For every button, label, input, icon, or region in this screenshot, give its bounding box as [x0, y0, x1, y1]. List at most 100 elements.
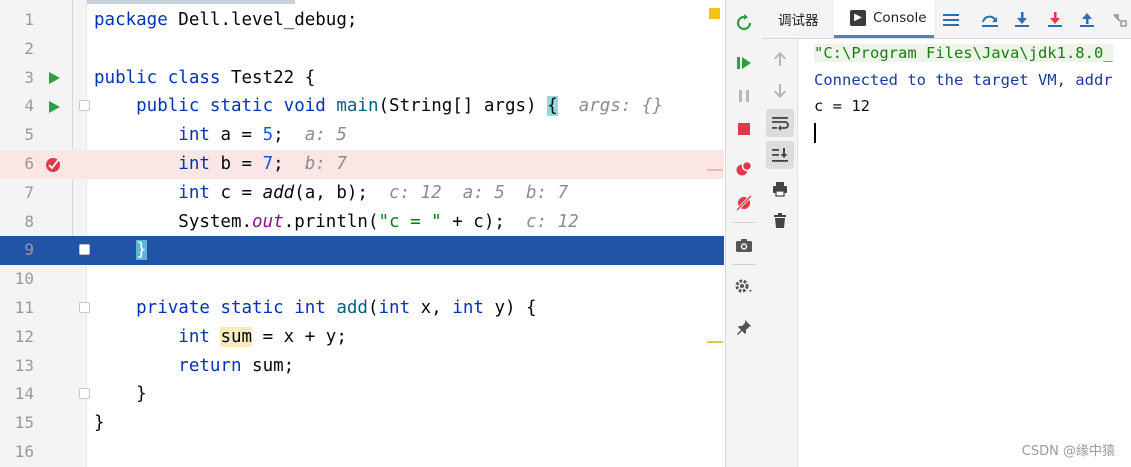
line-number[interactable]: 6: [0, 150, 34, 179]
code-line[interactable]: 5 int a = 5; a: 5: [0, 121, 724, 150]
code-line[interactable]: 7 int c = add(a, b); c: 12 a: 5 b: 7: [0, 179, 724, 208]
step-into-icon[interactable]: [1011, 9, 1033, 31]
run-icon[interactable]: [44, 64, 64, 93]
code-token: sum: [220, 326, 253, 347]
console-line: Connected to the target VM, addr: [814, 67, 1131, 94]
warning-marker[interactable]: [709, 8, 720, 19]
code-token: int: [94, 326, 221, 347]
line-number[interactable]: 4: [0, 92, 34, 121]
rerun-icon[interactable]: [730, 9, 758, 37]
code-line[interactable]: 12 int sum = x + y;: [0, 323, 724, 352]
code-text: }: [94, 409, 105, 438]
code-line[interactable]: 16: [0, 438, 724, 467]
camera-icon[interactable]: [730, 231, 758, 259]
code-token: c =: [220, 182, 263, 203]
code-text: System.out.println("c = " + c); c: 12: [94, 208, 578, 237]
view-breakpoints-icon[interactable]: [730, 155, 758, 183]
line-number[interactable]: 5: [0, 121, 34, 150]
tab-debugger[interactable]: 调试器: [762, 0, 832, 38]
code-line[interactable]: 15}: [0, 409, 724, 438]
line-number[interactable]: 1: [0, 6, 34, 35]
fold-marker-icon[interactable]: [79, 388, 90, 400]
mute-breakpoints-icon[interactable]: [730, 189, 758, 217]
down-arrow-icon[interactable]: [766, 77, 794, 105]
fold-marker-icon[interactable]: [79, 100, 90, 112]
code-token: }: [136, 240, 147, 261]
code-token: public: [94, 96, 210, 117]
code-token: static: [209, 96, 284, 117]
line-number[interactable]: 10: [0, 265, 34, 294]
trash-icon[interactable]: [766, 207, 794, 235]
code-line[interactable]: 4 public static void main(String[] args)…: [0, 92, 724, 121]
step-over-icon[interactable]: [979, 9, 1001, 31]
code-line[interactable]: 2: [0, 35, 724, 64]
breakpoint-line[interactable]: 6 int b = 7; b: 7: [0, 149, 724, 179]
code-token: int: [378, 297, 421, 318]
line-number[interactable]: 12: [0, 323, 34, 352]
line-number[interactable]: 9: [0, 236, 34, 265]
inline-debug-value: args: {}: [557, 96, 663, 117]
code-token: + c);: [441, 211, 526, 232]
code-token: }: [94, 384, 147, 405]
code-token: = x + y;: [252, 326, 347, 347]
code-token: static: [220, 297, 295, 318]
stop-icon[interactable]: [730, 115, 758, 143]
fold-marker-icon[interactable]: [79, 244, 90, 256]
breakpoint-icon[interactable]: [44, 150, 64, 179]
code-line[interactable]: 11 private static int add(int x, int y) …: [0, 294, 724, 323]
code-line[interactable]: 14 }: [0, 380, 724, 409]
console-line: "C:\Program Files\Java\jdk1.8.0_: [814, 40, 1131, 67]
usage-scroll-marker[interactable]: [707, 341, 723, 343]
code-token: .println(: [283, 211, 379, 232]
pause-icon[interactable]: [730, 82, 758, 110]
code-line[interactable]: 13 return sum;: [0, 352, 724, 381]
force-step-into-icon[interactable]: [1044, 9, 1066, 31]
console-output[interactable]: "C:\Program Files\Java\jdk1.8.0_ Connecte…: [814, 40, 1131, 146]
debug-panel: 调试器 ▶ Console "C:\Program Files\Java\jdk…: [762, 0, 1131, 467]
line-number[interactable]: 2: [0, 35, 34, 64]
tab-console[interactable]: ▶ Console: [834, 0, 934, 38]
line-number[interactable]: 15: [0, 409, 34, 438]
print-icon[interactable]: [766, 175, 794, 203]
code-token: add: [262, 182, 295, 203]
code-token: private: [94, 297, 221, 318]
line-number[interactable]: 8: [0, 208, 34, 237]
code-token: }: [94, 413, 105, 434]
settings-gear-icon[interactable]: [730, 272, 758, 300]
drop-frame-icon[interactable]: [1108, 9, 1130, 31]
soft-wrap-icon[interactable]: [766, 109, 794, 137]
inline-debug-value: a: 5: [304, 125, 347, 146]
code-line[interactable]: 10: [0, 265, 724, 294]
code-line[interactable]: 8 System.out.println("c = " + c); c: 12: [0, 208, 724, 237]
pin-icon[interactable]: [730, 313, 758, 341]
inline-debug-value: b: 7: [304, 153, 347, 174]
line-number[interactable]: 3: [0, 64, 34, 93]
breakpoint-scroll-marker[interactable]: [707, 169, 723, 171]
code-token: ;: [273, 125, 305, 146]
current-execution-line[interactable]: 9 }: [0, 236, 724, 266]
code-text: public class Test22 {: [94, 64, 315, 93]
code-text: public static void main(String[] args) {…: [94, 92, 663, 121]
line-number[interactable]: 14: [0, 380, 34, 409]
scroll-to-end-icon[interactable]: [766, 141, 794, 169]
step-out-icon[interactable]: [1076, 9, 1098, 31]
fold-marker-icon[interactable]: [79, 301, 90, 313]
run-icon[interactable]: [44, 92, 64, 121]
code-line[interactable]: 1 package Dell.level_debug;: [0, 6, 724, 35]
code-token: y) {: [494, 297, 537, 318]
code-editor[interactable]: 1 package Dell.level_debug; 2 3 public class…: [0, 0, 724, 467]
code-text: int a = 5; a: 5: [94, 121, 347, 150]
console-line: c = 12: [814, 93, 1131, 120]
menu-lines-icon[interactable]: [940, 9, 962, 31]
line-number[interactable]: 16: [0, 438, 34, 467]
code-token: (String[] args): [378, 96, 548, 117]
code-token: b =: [220, 153, 263, 174]
resume-icon[interactable]: [730, 49, 758, 77]
console-input-line[interactable]: [814, 120, 1131, 147]
code-line[interactable]: 3 public class Test22 {: [0, 64, 724, 93]
line-number[interactable]: 11: [0, 294, 34, 323]
up-arrow-icon[interactable]: [766, 45, 794, 73]
line-number[interactable]: 7: [0, 179, 34, 208]
console-toolbar: [762, 39, 798, 467]
line-number[interactable]: 13: [0, 352, 34, 381]
